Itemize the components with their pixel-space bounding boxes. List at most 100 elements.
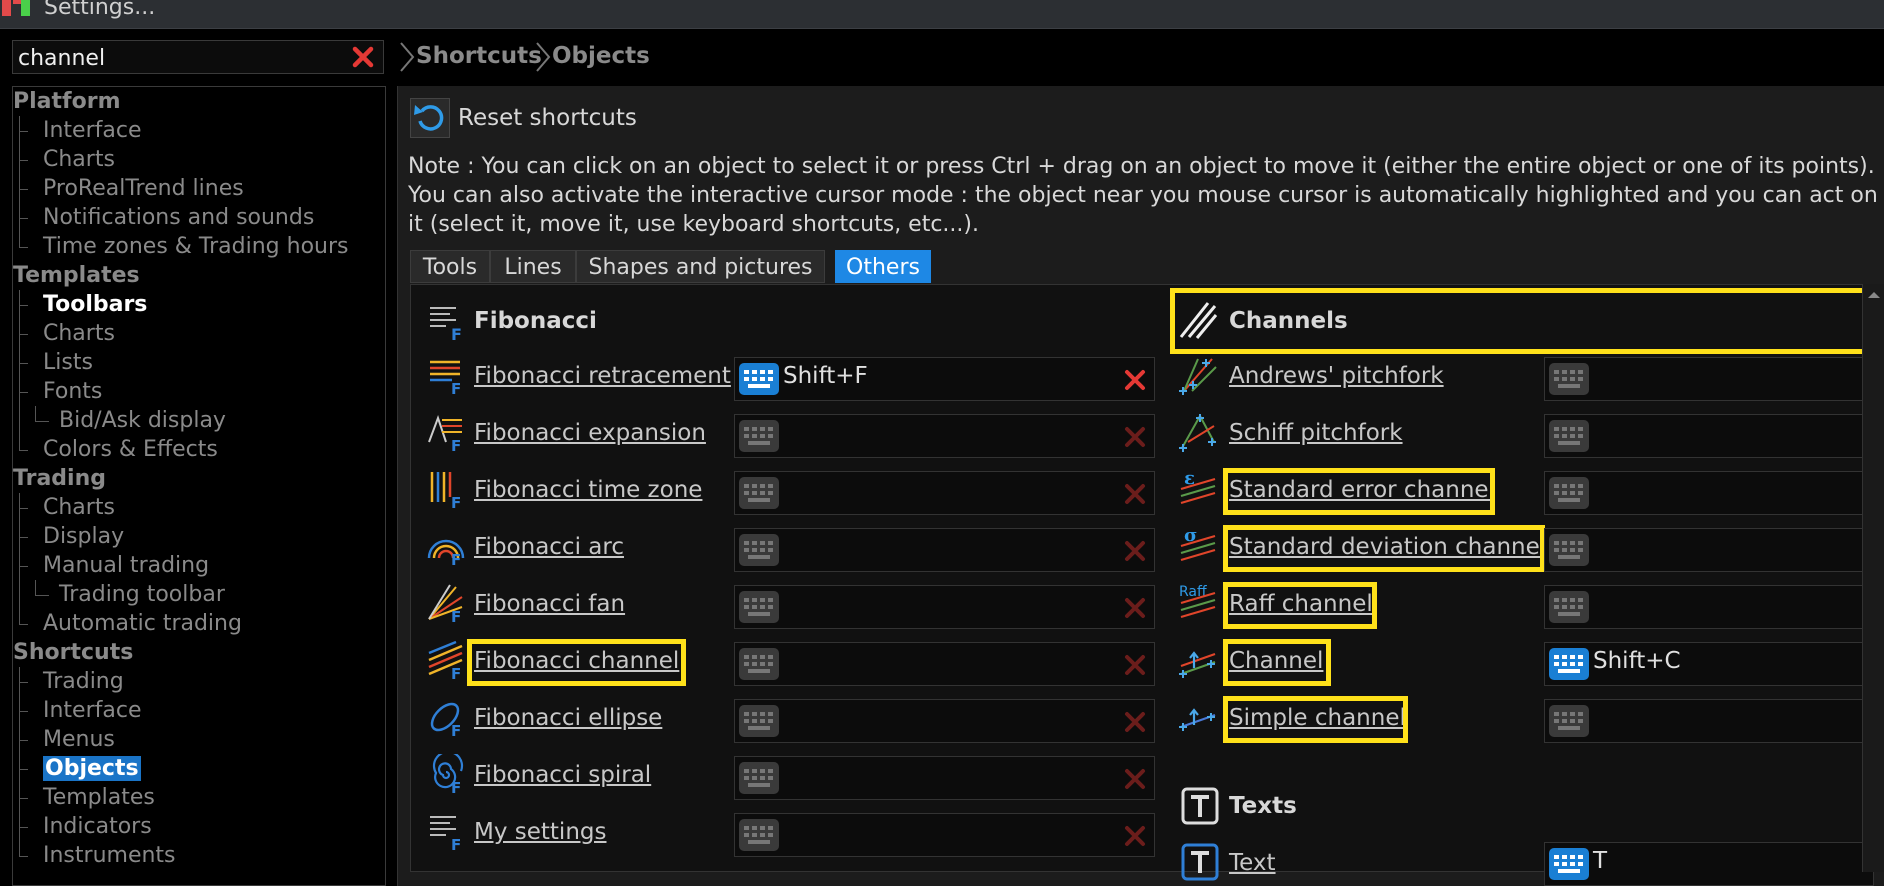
keyboard-icon <box>739 648 779 680</box>
object-label-my-settings[interactable]: My settings <box>474 819 607 845</box>
delete-shortcut-icon[interactable] <box>1124 768 1146 790</box>
shortcut-field-simple-channel[interactable] <box>1544 699 1874 743</box>
tree-item[interactable]: Objects <box>43 754 141 783</box>
object-label-standard-deviation-channel[interactable]: Standard deviation channel <box>1229 534 1546 560</box>
tree-item[interactable]: Automatic trading <box>43 609 242 638</box>
tab-others[interactable]: Others <box>835 250 931 283</box>
schiff-pitchfork-icon <box>1178 412 1218 452</box>
shortcut-field-standard-deviation-channel[interactable] <box>1544 528 1874 572</box>
object-label-fibonacci-channel[interactable]: Fibonacci channel <box>474 648 679 674</box>
keyboard-icon <box>739 705 779 737</box>
shortcut-field-channel[interactable]: Shift+C <box>1544 642 1874 686</box>
tree-category[interactable]: Trading <box>13 464 106 493</box>
tree-item-label: Platform <box>13 89 121 114</box>
shortcut-field-fibonacci-expansion[interactable] <box>734 414 1155 458</box>
tree-category[interactable]: Templates <box>13 261 140 290</box>
object-label-fibonacci-fan[interactable]: Fibonacci fan <box>474 591 625 617</box>
reset-shortcuts-button[interactable] <box>410 98 450 138</box>
search-field[interactable] <box>12 40 384 74</box>
scroll-up-icon[interactable] <box>1863 284 1884 306</box>
tree-item[interactable]: Charts <box>43 319 115 348</box>
clear-search-icon[interactable] <box>351 45 375 69</box>
shortcut-field-andrews-pitchfork[interactable] <box>1544 357 1874 401</box>
tree-item[interactable]: Interface <box>43 116 142 145</box>
channel-icon <box>1178 640 1218 680</box>
shortcut-field-fibonacci-ellipse[interactable] <box>734 699 1155 743</box>
window-title: Settings... <box>44 0 156 20</box>
delete-shortcut-icon[interactable] <box>1124 540 1146 562</box>
tree-item[interactable]: Templates <box>43 783 155 812</box>
delete-shortcut-icon[interactable] <box>1124 825 1146 847</box>
tab-shapes-and-pictures[interactable]: Shapes and pictures <box>576 250 825 283</box>
tree-item[interactable]: Display <box>43 522 124 551</box>
tree-item[interactable]: ProRealTrend lines <box>43 174 244 203</box>
tree-item[interactable]: Toolbars <box>43 290 147 319</box>
tree-item[interactable]: Colors & Effects <box>43 435 218 464</box>
shortcut-field-fibonacci-spiral[interactable] <box>734 756 1155 800</box>
tree-category[interactable]: Shortcuts <box>13 638 133 667</box>
shortcut-field-my-settings[interactable] <box>734 813 1155 857</box>
tree-item[interactable]: Indicators <box>43 812 152 841</box>
delete-shortcut-icon[interactable] <box>1124 483 1146 505</box>
tree-item[interactable]: Interface <box>43 696 142 725</box>
shortcut-field-raff-channel[interactable] <box>1544 585 1874 629</box>
object-label-simple-channel[interactable]: Simple channel <box>1229 705 1406 731</box>
tree-category[interactable]: Platform <box>13 87 121 116</box>
breadcrumb-item-shortcuts[interactable]: Shortcuts <box>416 43 542 69</box>
tree-item[interactable]: Notifications and sounds <box>43 203 314 232</box>
delete-shortcut-icon[interactable] <box>1124 711 1146 733</box>
tree-item[interactable]: Instruments <box>43 841 176 870</box>
vertical-scrollbar[interactable] <box>1862 284 1884 872</box>
breadcrumb-item-objects[interactable]: Objects <box>552 43 650 69</box>
tree-item[interactable]: Fonts <box>43 377 102 406</box>
tree-item[interactable]: Menus <box>43 725 115 754</box>
tree-connector <box>19 566 28 567</box>
object-label-fibonacci-expansion[interactable]: Fibonacci expansion <box>474 420 706 446</box>
tree-connector <box>19 247 28 248</box>
object-label-raff-channel[interactable]: Raff channel <box>1229 591 1373 617</box>
fibonacci-expansion-icon: F <box>426 412 466 455</box>
keyboard-icon <box>739 591 779 623</box>
object-label-fibonacci-arc[interactable]: Fibonacci arc <box>474 534 624 560</box>
tab-lines[interactable]: Lines <box>490 250 576 283</box>
shortcut-field-standard-error-channel[interactable] <box>1544 471 1874 515</box>
tree-item[interactable]: Trading <box>43 667 124 696</box>
tree-item[interactable]: Charts <box>43 145 115 174</box>
fibonacci-section-title: Fibonacci <box>474 308 597 334</box>
tree-item[interactable]: Trading toolbar <box>59 580 225 609</box>
delete-shortcut-icon[interactable] <box>1124 426 1146 448</box>
tree-item[interactable]: Time zones & Trading hours <box>43 232 349 261</box>
object-label-fibonacci-spiral[interactable]: Fibonacci spiral <box>474 762 651 788</box>
shortcut-field-fibonacci-channel[interactable] <box>734 642 1155 686</box>
shortcut-field-schiff-pitchfork[interactable] <box>1544 414 1874 458</box>
delete-shortcut-icon[interactable] <box>1124 597 1146 619</box>
svg-text:F: F <box>451 665 461 680</box>
object-label-text[interactable]: Text <box>1229 850 1276 876</box>
object-label-fibonacci-time-zone[interactable]: Fibonacci time zone <box>474 477 702 503</box>
object-label-fibonacci-ellipse[interactable]: Fibonacci ellipse <box>474 705 662 731</box>
delete-shortcut-icon[interactable] <box>1124 654 1146 676</box>
note-line: You can also activate the interactive cu… <box>408 183 1878 208</box>
shortcut-field-fibonacci-arc[interactable] <box>734 528 1155 572</box>
delete-shortcut-icon[interactable] <box>1124 369 1146 391</box>
object-label-andrews-pitchfork[interactable]: Andrews' pitchfork <box>1229 363 1444 389</box>
tree-item[interactable]: Lists <box>43 348 93 377</box>
svg-text:F: F <box>451 494 461 509</box>
object-label-channel[interactable]: Channel <box>1229 648 1323 674</box>
reset-shortcuts-label[interactable]: Reset shortcuts <box>458 105 637 131</box>
tree-item[interactable]: Manual trading <box>43 551 209 580</box>
object-label-schiff-pitchfork[interactable]: Schiff pitchfork <box>1229 420 1403 446</box>
tab-tools[interactable]: Tools <box>410 250 490 283</box>
tree-item[interactable]: Charts <box>43 493 115 522</box>
object-label-standard-error-channel[interactable]: Standard error channel <box>1229 477 1495 503</box>
search-input[interactable] <box>16 43 340 73</box>
object-label-fibonacci-retracement[interactable]: Fibonacci retracement <box>474 363 731 389</box>
tree-connector <box>19 667 20 856</box>
shortcut-field-fibonacci-time-zone[interactable] <box>734 471 1155 515</box>
shortcut-field-text[interactable]: T <box>1544 842 1874 886</box>
tree-item[interactable]: Bid/Ask display <box>59 406 226 435</box>
simple-channel-icon <box>1178 697 1218 737</box>
shortcut-field-fibonacci-fan[interactable] <box>734 585 1155 629</box>
shortcut-field-fibonacci-retracement[interactable]: Shift+F <box>734 357 1155 401</box>
tree-item-label: Lists <box>43 350 93 375</box>
